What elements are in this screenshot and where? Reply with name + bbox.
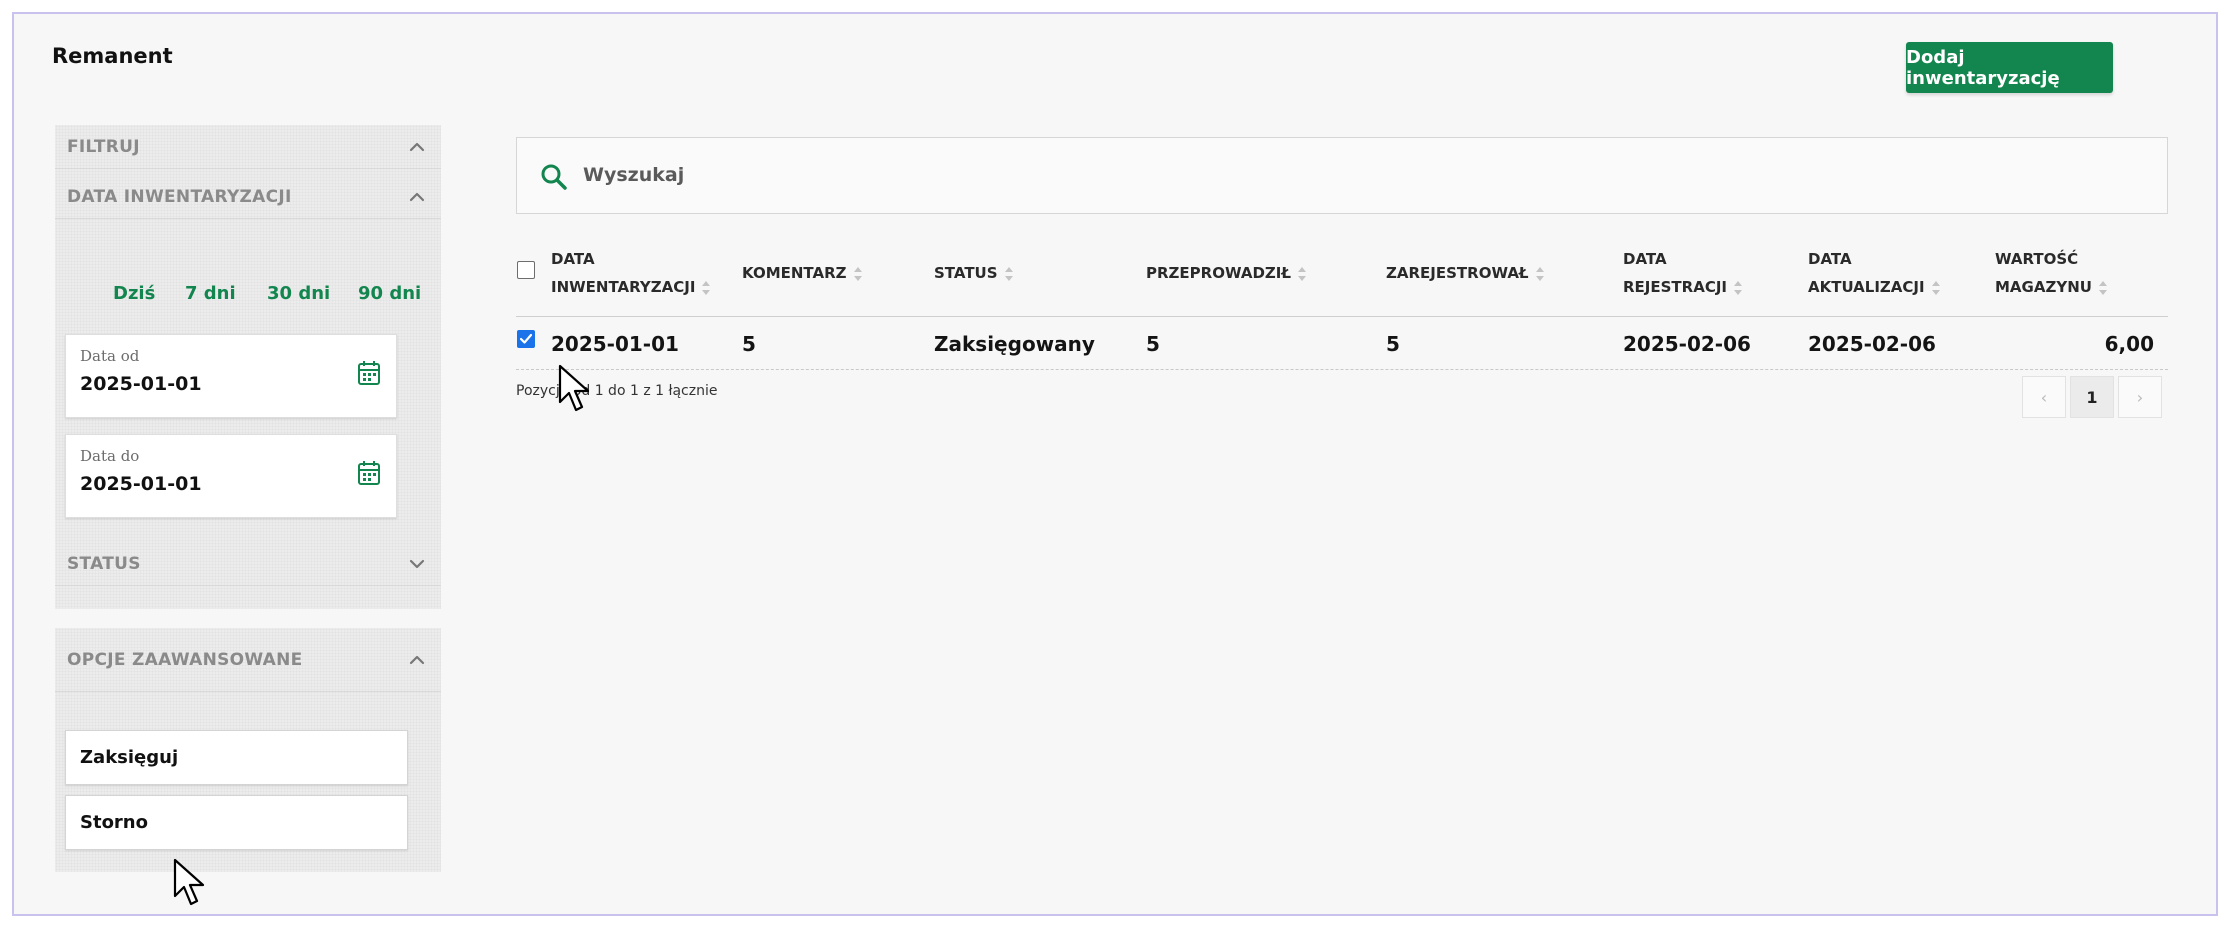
column-header-line: PRZEPROWADZIŁ (1146, 264, 1291, 282)
table-header: DATA INWENTARYZACJI KOMENTARZ STATUS PRZ… (516, 245, 2168, 317)
column-header-update-date[interactable]: DATA AKTUALIZACJI (1808, 245, 1941, 301)
cell-registered-by: 5 (1386, 332, 1400, 356)
column-header-line: DATA (1808, 250, 1852, 268)
checkmark-icon (519, 333, 533, 344)
calendar-icon[interactable] (356, 459, 382, 487)
column-header-line: WARTOŚĆ (1995, 250, 2079, 268)
sort-icon[interactable] (1004, 266, 1014, 282)
cell-inventory-date: 2025-01-01 (551, 332, 679, 356)
date-to-value[interactable]: 2025-01-01 (80, 473, 202, 495)
search-input[interactable]: Wyszukaj (516, 137, 2168, 214)
status-section-header[interactable]: STATUS (55, 542, 441, 586)
column-header-line: DATA (551, 250, 595, 268)
quick-range-90-days[interactable]: 90 dni (358, 283, 421, 304)
sort-icon[interactable] (701, 280, 711, 296)
chevron-up-icon[interactable] (405, 135, 429, 159)
column-header-status[interactable]: STATUS (934, 259, 1014, 287)
advanced-options-panel: OPCJE ZAAWANSOWANE Zaksięguj Storno (55, 628, 441, 872)
advanced-options-title: OPCJE ZAAWANSOWANE (67, 649, 303, 670)
column-header-line: INWENTARYZACJI (551, 278, 696, 296)
select-all-checkbox[interactable] (517, 261, 535, 279)
column-header-line: MAGAZYNU (1995, 278, 2092, 296)
date-section-title: DATA INWENTARYZACJI (67, 186, 292, 207)
table-row[interactable]: 2025-01-01 5 Zaksięgowany 5 5 2025-02-06… (516, 320, 2168, 370)
quick-range-30-days[interactable]: 30 dni (267, 283, 330, 304)
column-header-inventory-date[interactable]: DATA INWENTARYZACJI (551, 245, 711, 301)
pagination-prev-button[interactable]: ‹ (2022, 376, 2066, 418)
sort-icon[interactable] (1297, 266, 1307, 282)
mouse-cursor-icon (558, 364, 590, 412)
date-section-header[interactable]: DATA INWENTARYZACJI (55, 175, 441, 219)
filter-panel: FILTRUJ DATA INWENTARYZACJI Dziś 7 dni 3… (55, 125, 441, 609)
date-from-field[interactable]: Data od 2025-01-01 (65, 334, 397, 418)
date-to-field[interactable]: Data do 2025-01-01 (65, 434, 397, 518)
column-header-line: DATA (1623, 250, 1667, 268)
cell-warehouse-value: 6,00 (2104, 332, 2154, 356)
date-from-label: Data od (80, 347, 140, 365)
table-info: Pozycje od 1 do 1 z 1 łącznie (516, 383, 718, 399)
column-header-conducted-by[interactable]: PRZEPROWADZIŁ (1146, 259, 1307, 287)
sort-icon[interactable] (853, 266, 863, 282)
column-header-line: STATUS (934, 264, 998, 282)
column-header-comment[interactable]: KOMENTARZ (742, 259, 863, 287)
date-to-label: Data do (80, 447, 140, 465)
search-icon (541, 164, 567, 190)
column-header-line: ZAREJESTROWAŁ (1386, 264, 1529, 282)
cell-registration-date: 2025-02-06 (1623, 332, 1751, 356)
column-header-line: KOMENTARZ (742, 264, 847, 282)
cell-update-date: 2025-02-06 (1808, 332, 1936, 356)
cell-comment: 5 (742, 332, 756, 356)
quick-range-today[interactable]: Dziś (113, 283, 155, 304)
add-inventory-button[interactable]: Dodaj inwentaryzację (1906, 42, 2113, 93)
cell-status: Zaksięgowany (934, 332, 1095, 356)
pagination-next-button[interactable]: › (2118, 376, 2162, 418)
chevron-up-icon[interactable] (405, 648, 429, 672)
page-title: Remanent (52, 44, 173, 68)
quick-range-7-days[interactable]: 7 dni (185, 283, 236, 304)
date-from-value[interactable]: 2025-01-01 (80, 373, 202, 395)
column-header-line: REJESTRACJI (1623, 278, 1727, 296)
search-placeholder: Wyszukaj (583, 164, 685, 186)
status-section-title: STATUS (67, 553, 141, 574)
filter-header[interactable]: FILTRUJ (55, 125, 441, 169)
column-header-registered-by[interactable]: ZAREJESTROWAŁ (1386, 259, 1545, 287)
sort-icon[interactable] (1535, 266, 1545, 282)
mouse-cursor-icon (173, 858, 205, 906)
cell-conducted-by: 5 (1146, 332, 1160, 356)
quick-range-links: Dziś 7 dni 30 dni 90 dni (55, 283, 441, 305)
advanced-options-header[interactable]: OPCJE ZAAWANSOWANE (55, 628, 441, 692)
pagination-page-1[interactable]: 1 (2070, 376, 2114, 418)
column-header-line: AKTUALIZACJI (1808, 278, 1925, 296)
sort-icon[interactable] (1931, 280, 1941, 296)
row-checkbox[interactable] (517, 330, 535, 348)
chevron-down-icon[interactable] (405, 552, 429, 576)
sort-icon[interactable] (2098, 280, 2108, 296)
sort-icon[interactable] (1733, 280, 1743, 296)
storno-button[interactable]: Storno (65, 795, 408, 850)
calendar-icon[interactable] (356, 359, 382, 387)
filter-title: FILTRUJ (67, 136, 140, 157)
column-header-warehouse-value[interactable]: WARTOŚĆ MAGAZYNU (1995, 245, 2108, 301)
post-button[interactable]: Zaksięguj (65, 730, 408, 785)
column-header-registration-date[interactable]: DATA REJESTRACJI (1623, 245, 1743, 301)
chevron-up-icon[interactable] (405, 185, 429, 209)
